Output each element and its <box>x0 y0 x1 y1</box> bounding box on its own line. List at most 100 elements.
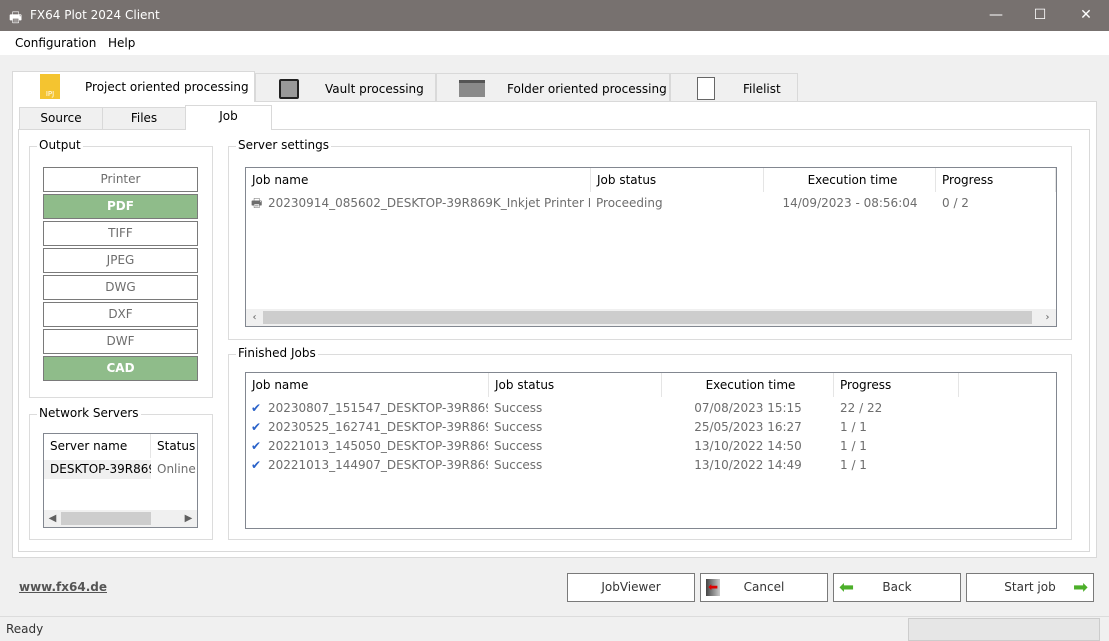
scroll-left-icon[interactable]: ‹ <box>246 309 263 326</box>
ipj-file-icon: IPJ <box>40 74 60 99</box>
subtab-files[interactable]: Files <box>102 107 186 130</box>
job-name: 20230525_162741_DESKTOP-39R869K_E... <box>268 420 488 434</box>
tab-vault-processing[interactable]: Vault processing <box>255 73 436 102</box>
close-button[interactable]: ✕ <box>1063 0 1109 31</box>
group-label: Server settings <box>236 138 332 152</box>
column-header-server-name[interactable]: Server name <box>44 434 151 458</box>
arrow-right-icon: ➡ <box>1073 577 1089 598</box>
exit-icon: ⬅ <box>706 579 720 596</box>
table-row[interactable]: ✔ 20230807_151547_DESKTOP-39R869K_P... Suc… <box>246 399 1056 418</box>
table-row[interactable]: ✔ 20221013_144907_DESKTOP-39R869K_E... Suc… <box>246 456 1056 475</box>
group-label: Finished Jobs <box>236 346 318 360</box>
check-icon: ✔ <box>251 420 262 434</box>
button-label: Cancel <box>743 580 785 594</box>
scroll-right-icon[interactable]: ▶ <box>180 510 197 527</box>
tab-label: Folder oriented processing <box>507 82 667 96</box>
folder-icon <box>459 80 485 97</box>
horizontal-scrollbar[interactable]: ‹ › <box>246 309 1056 326</box>
job-status: Success <box>494 420 543 434</box>
output-printer-button[interactable]: Printer <box>43 167 198 192</box>
execution-time: 13/10/2022 14:50 <box>694 439 802 453</box>
scroll-left-icon[interactable]: ◀ <box>44 510 61 527</box>
button-label: JobViewer <box>601 580 661 594</box>
scroll-right-icon[interactable]: › <box>1039 309 1056 326</box>
output-cad-button[interactable]: CAD <box>43 356 198 381</box>
job-status: Proceeding <box>596 196 663 210</box>
job-name: 20221013_145050_DESKTOP-39R869K_E... <box>268 439 488 453</box>
job-status: Success <box>494 439 543 453</box>
tab-folder-oriented-processing[interactable]: Folder oriented processing <box>436 73 670 102</box>
subtab-source[interactable]: Source <box>19 107 103 130</box>
active-jobs-list[interactable]: Job name Job status Execution time Progr… <box>245 167 1057 327</box>
output-dxf-button[interactable]: DXF <box>43 302 198 327</box>
table-row[interactable]: ✔ 20230525_162741_DESKTOP-39R869K_E... Suc… <box>246 418 1056 437</box>
menu-bar: Configuration Help <box>0 31 1109 55</box>
scroll-thumb[interactable] <box>263 311 1032 324</box>
column-header-job-name[interactable]: Job name <box>246 168 591 192</box>
cancel-button[interactable]: ⬅ Cancel <box>700 573 828 602</box>
window-title: FX64 Plot 2024 Client <box>30 8 160 22</box>
progress: 1 / 1 <box>840 458 867 472</box>
tab-label: Project oriented processing <box>85 80 249 94</box>
finished-jobs-list[interactable]: Job name Job status Execution time Progr… <box>245 372 1057 529</box>
column-header-job-status[interactable]: Job status <box>591 168 764 192</box>
server-status: Online <box>157 462 196 476</box>
execution-time: 13/10/2022 14:49 <box>694 458 802 472</box>
back-button[interactable]: ⬅ Back <box>833 573 961 602</box>
button-label: Start job <box>1004 580 1056 594</box>
jobviewer-button[interactable]: JobViewer <box>567 573 695 602</box>
button-label: Back <box>882 580 912 594</box>
output-pdf-button[interactable]: PDF <box>43 194 198 219</box>
website-link[interactable]: www.fx64.de <box>19 580 107 594</box>
status-progress-panel <box>908 618 1100 641</box>
output-tiff-button[interactable]: TIFF <box>43 221 198 246</box>
tab-label: Vault processing <box>325 82 424 96</box>
arrow-left-icon: ⬅ <box>839 577 855 598</box>
job-name: 20230914_085602_DESKTOP-39R869K_Inkjet P… <box>268 196 590 210</box>
printer-app-icon: 🖶 <box>9 10 23 26</box>
output-dwf-button[interactable]: DWF <box>43 329 198 354</box>
column-header-status[interactable]: Status <box>151 434 197 458</box>
title-bar: 🖶 FX64 Plot 2024 Client — ☐ ✕ <box>0 0 1109 31</box>
table-row[interactable]: 🖶 20230914_085602_DESKTOP-39R869K_Inkjet… <box>246 194 1056 213</box>
group-label: Output <box>37 138 83 152</box>
check-icon: ✔ <box>251 439 262 453</box>
status-bar: Ready <box>0 616 1109 641</box>
column-header-execution-time[interactable]: Execution time <box>764 168 936 192</box>
output-dwg-button[interactable]: DWG <box>43 275 198 300</box>
column-header-job-name[interactable]: Job name <box>246 373 489 397</box>
column-header-progress[interactable]: Progress <box>834 373 959 397</box>
table-row[interactable]: ✔ 20221013_145050_DESKTOP-39R869K_E... Suc… <box>246 437 1056 456</box>
tab-label: Filelist <box>743 82 781 96</box>
check-icon: ✔ <box>251 401 262 415</box>
job-status: Success <box>494 458 543 472</box>
job-name: 20230807_151547_DESKTOP-39R869K_P... <box>268 401 488 415</box>
menu-help[interactable]: Help <box>108 36 135 50</box>
tab-project-oriented-processing[interactable]: IPJ Project oriented processing <box>12 71 255 102</box>
maximize-button[interactable]: ☐ <box>1017 0 1063 31</box>
progress: 1 / 1 <box>840 439 867 453</box>
start-job-button[interactable]: Start job ➡ <box>966 573 1094 602</box>
job-status: Success <box>494 401 543 415</box>
minimize-button[interactable]: — <box>973 0 1019 31</box>
progress: 22 / 22 <box>840 401 883 415</box>
column-header-execution-time[interactable]: Execution time <box>662 373 834 397</box>
output-jpeg-button[interactable]: JPEG <box>43 248 198 273</box>
column-header-progress[interactable]: Progress <box>936 168 1056 192</box>
server-list[interactable]: Server name Status DESKTOP-39R869K Onlin… <box>43 433 198 528</box>
vault-icon <box>279 79 299 99</box>
check-icon: ✔ <box>251 458 262 472</box>
tab-filelist[interactable]: Filelist <box>670 73 798 102</box>
execution-time: 07/08/2023 15:15 <box>694 401 802 415</box>
group-label: Network Servers <box>37 406 141 420</box>
execution-time: 25/05/2023 16:27 <box>694 420 802 434</box>
subtab-job[interactable]: Job <box>185 105 272 130</box>
server-name[interactable]: DESKTOP-39R869K <box>44 460 151 479</box>
horizontal-scrollbar[interactable]: ◀ ▶ <box>44 510 197 527</box>
execution-time: 14/09/2023 - 08:56:04 <box>782 196 918 210</box>
printer-icon: 🖶 <box>251 196 263 210</box>
column-header-job-status[interactable]: Job status <box>489 373 662 397</box>
scroll-thumb[interactable] <box>61 512 151 525</box>
status-text: Ready <box>6 622 44 636</box>
menu-configuration[interactable]: Configuration <box>15 36 96 50</box>
